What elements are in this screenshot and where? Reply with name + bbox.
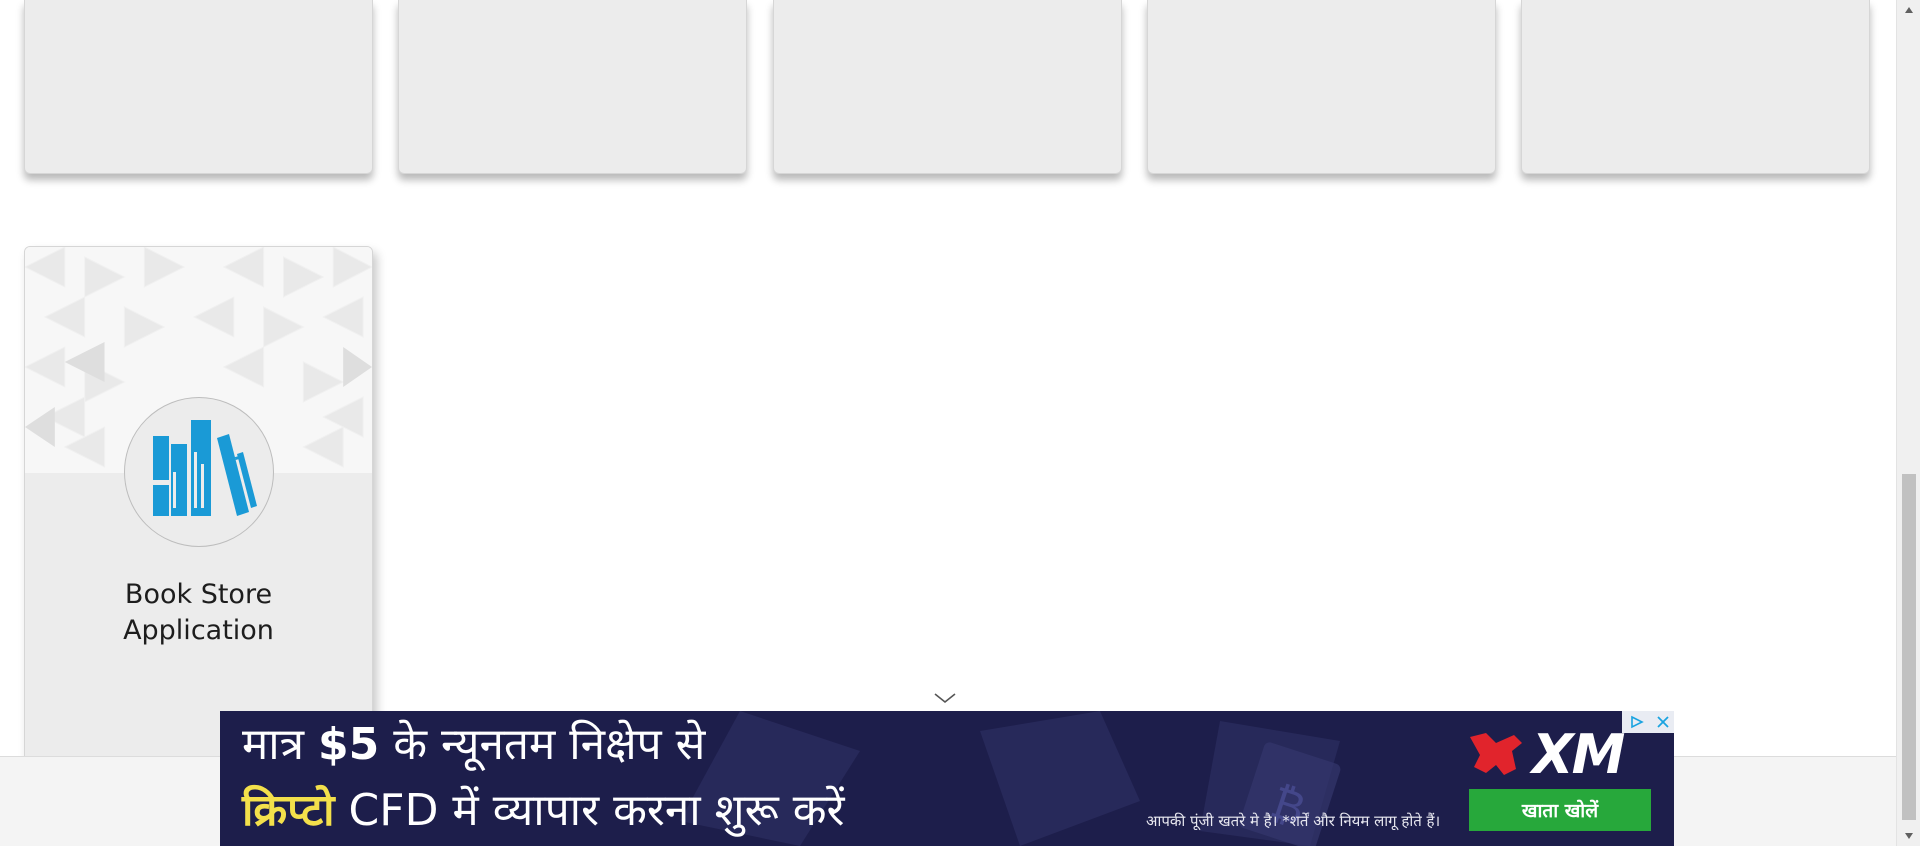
project-card[interactable] [398, 0, 747, 174]
bull-icon [1470, 733, 1522, 775]
card-title-line1: Book Store [124, 579, 273, 610]
ad-risk-disclaimer: आपकी पूंजी खतरे मे है। *शर्तें और नियम ल… [1146, 812, 1441, 830]
xm-logo: XM [1466, 722, 1646, 786]
ad-crypto-word: क्रिप्टो [242, 785, 335, 836]
scrollbar-thumb[interactable] [1902, 474, 1916, 820]
ad-banner[interactable]: ₿ मात्र $5 के न्यूनतम निक्षेप से क्रिप्ट… [220, 711, 1674, 846]
close-icon[interactable] [1652, 711, 1674, 733]
ad-headline-rest: CFD में व्यापार करना शुरू करें [334, 785, 845, 836]
vertical-scrollbar[interactable] [1896, 0, 1920, 846]
project-card[interactable] [1147, 0, 1496, 174]
ad-headline-1: मात्र $5 के न्यूनतम निक्षेप से [242, 717, 705, 773]
xm-logo-text: XM [1532, 722, 1625, 786]
project-card[interactable] [773, 0, 1122, 174]
card-title-line2: Application [123, 615, 274, 646]
ad-headline-suffix: के न्यूनतम निक्षेप से [379, 719, 706, 770]
open-account-button[interactable]: खाता खोलें [1469, 789, 1651, 831]
chevron-down-icon[interactable] [933, 690, 957, 706]
page: Book Store Application ₿ मात्र $5 के न्य… [0, 0, 1920, 846]
arrow-up-icon[interactable] [1897, 0, 1920, 20]
adchoices-icon[interactable] [1622, 711, 1652, 733]
project-card[interactable] [1521, 0, 1870, 174]
card-title[interactable]: Book Store Application [25, 577, 372, 649]
arrow-down-icon[interactable] [1897, 826, 1920, 846]
ad-headline-2: क्रिप्टो CFD में व्यापार करना शुरू करें [242, 781, 845, 841]
ad-headline-prefix: मात्र [242, 719, 318, 770]
books-icon [124, 397, 274, 547]
project-card[interactable] [24, 0, 373, 174]
ad-amount: $5 [317, 719, 380, 770]
